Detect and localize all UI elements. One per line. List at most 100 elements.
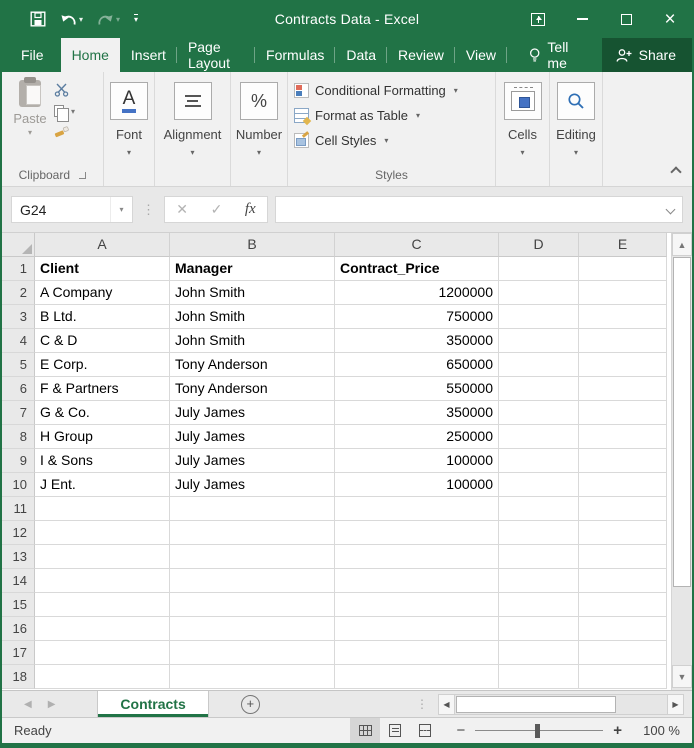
grid-cell[interactable] bbox=[499, 569, 579, 593]
expand-formula-bar-icon[interactable] bbox=[666, 205, 676, 215]
column-header-E[interactable]: E bbox=[579, 233, 667, 257]
tab-insert[interactable]: Insert bbox=[120, 38, 177, 72]
formula-bar-grip-icon[interactable]: ⋮ bbox=[142, 202, 155, 218]
grid-cell[interactable]: 350000 bbox=[335, 401, 499, 425]
row-header[interactable]: 11 bbox=[2, 497, 35, 521]
row-header[interactable]: 18 bbox=[2, 665, 35, 689]
alignment-group[interactable]: Alignment ▾ bbox=[155, 72, 231, 186]
grid-cell[interactable]: Client bbox=[35, 257, 170, 281]
grid-cell[interactable] bbox=[335, 617, 499, 641]
grid-cell[interactable] bbox=[499, 497, 579, 521]
grid-cell[interactable]: 350000 bbox=[335, 329, 499, 353]
clipboard-dialog-launcher-icon[interactable] bbox=[79, 172, 86, 179]
grid-cell[interactable] bbox=[170, 569, 335, 593]
row-header[interactable]: 14 bbox=[2, 569, 35, 593]
insert-function-button[interactable]: fx bbox=[245, 201, 256, 218]
zoom-in-button[interactable]: + bbox=[613, 722, 622, 739]
row-header[interactable]: 7 bbox=[2, 401, 35, 425]
grid-cell[interactable]: F & Partners bbox=[35, 377, 170, 401]
vertical-scroll-thumb[interactable] bbox=[673, 257, 691, 587]
grid-cell[interactable] bbox=[579, 353, 667, 377]
tab-review[interactable]: Review bbox=[387, 38, 455, 72]
sheet-tab-contracts[interactable]: Contracts bbox=[97, 691, 208, 717]
grid-cell[interactable]: 750000 bbox=[335, 305, 499, 329]
number-group[interactable]: % Number ▾ bbox=[231, 72, 288, 186]
grid-cell[interactable] bbox=[499, 353, 579, 377]
column-header-B[interactable]: B bbox=[170, 233, 335, 257]
grid-cell[interactable] bbox=[499, 665, 579, 689]
grid-cell[interactable] bbox=[579, 593, 667, 617]
grid-cell[interactable] bbox=[170, 593, 335, 617]
grid-cell[interactable]: 650000 bbox=[335, 353, 499, 377]
prev-sheet-icon[interactable]: ◀ bbox=[24, 699, 32, 710]
grid-cell[interactable] bbox=[579, 665, 667, 689]
grid-cell[interactable]: J Ent. bbox=[35, 473, 170, 497]
enter-icon[interactable]: ✓ bbox=[211, 201, 223, 218]
grid-cell[interactable] bbox=[579, 569, 667, 593]
grid-cell[interactable]: A Company bbox=[35, 281, 170, 305]
grid-cell[interactable] bbox=[579, 329, 667, 353]
grid-cell[interactable] bbox=[35, 641, 170, 665]
horizontal-scroll-track[interactable] bbox=[455, 694, 667, 715]
grid-cell[interactable] bbox=[335, 593, 499, 617]
grid-cell[interactable] bbox=[35, 665, 170, 689]
tab-page-layout[interactable]: Page Layout bbox=[177, 38, 255, 72]
grid-cell[interactable] bbox=[335, 521, 499, 545]
grid-cell[interactable] bbox=[579, 473, 667, 497]
redo-caret-icon[interactable]: ▾ bbox=[116, 15, 120, 24]
zoom-slider[interactable] bbox=[475, 724, 603, 738]
grid-cell[interactable] bbox=[579, 497, 667, 521]
new-sheet-button[interactable]: + bbox=[241, 695, 260, 714]
tab-file[interactable]: File bbox=[4, 38, 61, 72]
grid-cell[interactable] bbox=[579, 545, 667, 569]
grid-cell[interactable] bbox=[35, 521, 170, 545]
grid-cell[interactable] bbox=[170, 545, 335, 569]
grid-cell[interactable]: H Group bbox=[35, 425, 170, 449]
grid-cell[interactable] bbox=[579, 401, 667, 425]
grid-cell[interactable] bbox=[335, 569, 499, 593]
grid-cell[interactable]: Manager bbox=[170, 257, 335, 281]
number-caret-icon[interactable]: ▾ bbox=[257, 148, 261, 157]
maximize-button[interactable] bbox=[604, 0, 648, 38]
next-sheet-icon[interactable]: ▶ bbox=[48, 699, 56, 710]
row-header[interactable]: 15 bbox=[2, 593, 35, 617]
row-header[interactable]: 13 bbox=[2, 545, 35, 569]
grid-cell[interactable]: E Corp. bbox=[35, 353, 170, 377]
grid-cell[interactable] bbox=[335, 497, 499, 521]
formula-input[interactable] bbox=[275, 196, 683, 223]
customize-qat-icon[interactable]: ▾ bbox=[134, 14, 138, 24]
row-header[interactable]: 2 bbox=[2, 281, 35, 305]
normal-view-button[interactable] bbox=[350, 718, 380, 743]
tab-formulas[interactable]: Formulas bbox=[255, 38, 335, 72]
grid-cell[interactable]: Contract_Price bbox=[335, 257, 499, 281]
grid-cell[interactable]: John Smith bbox=[170, 305, 335, 329]
format-as-table-button[interactable]: Format as Table ▾ bbox=[294, 103, 495, 128]
grid-cell[interactable] bbox=[499, 257, 579, 281]
grid-cell[interactable]: July James bbox=[170, 473, 335, 497]
row-header[interactable]: 16 bbox=[2, 617, 35, 641]
cells-group[interactable]: Cells ▾ bbox=[496, 72, 550, 186]
grid-cell[interactable]: July James bbox=[170, 425, 335, 449]
row-header[interactable]: 3 bbox=[2, 305, 35, 329]
tab-view[interactable]: View bbox=[455, 38, 507, 72]
copy-caret-icon[interactable]: ▾ bbox=[71, 107, 75, 116]
row-header[interactable]: 6 bbox=[2, 377, 35, 401]
copy-button[interactable]: ▾ bbox=[54, 103, 75, 119]
row-header[interactable]: 10 bbox=[2, 473, 35, 497]
grid-cell[interactable] bbox=[499, 377, 579, 401]
save-icon[interactable] bbox=[30, 11, 46, 27]
scroll-left-icon[interactable]: ◀ bbox=[438, 694, 455, 715]
grid-cell[interactable] bbox=[499, 473, 579, 497]
page-break-view-button[interactable] bbox=[410, 718, 440, 743]
cell-styles-button[interactable]: Cell Styles ▾ bbox=[294, 128, 495, 153]
close-button[interactable]: × bbox=[648, 0, 692, 38]
grid-cell[interactable] bbox=[579, 305, 667, 329]
cut-button[interactable] bbox=[54, 82, 75, 98]
grid-cell[interactable] bbox=[35, 545, 170, 569]
grid-cell[interactable] bbox=[170, 665, 335, 689]
column-header-C[interactable]: C bbox=[335, 233, 499, 257]
name-box-caret-icon[interactable]: ▾ bbox=[110, 197, 132, 222]
grid-cell[interactable]: 550000 bbox=[335, 377, 499, 401]
cancel-icon[interactable]: ✕ bbox=[176, 201, 188, 218]
grid-cell[interactable]: 100000 bbox=[335, 473, 499, 497]
